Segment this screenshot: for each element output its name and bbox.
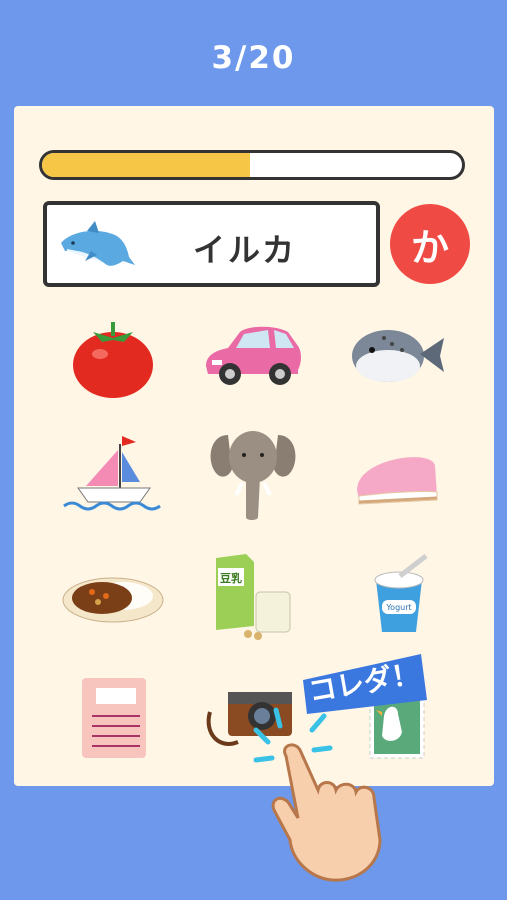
kamaboko-icon [357,457,438,505]
tomato-card[interactable] [58,310,168,410]
sailboat-icon [63,436,161,511]
notebook-card[interactable] [58,672,168,772]
kamaboko-card[interactable] [345,438,455,538]
pufferfish-card[interactable] [340,310,450,410]
pufferfish-icon [352,330,444,382]
elephant-card[interactable] [198,425,308,525]
sailboat-card[interactable] [58,430,168,530]
yogurt-icon: Yogurt [374,554,428,632]
curry-icon [62,577,164,623]
soy-milk-icon: 豆乳 [216,554,291,640]
progress-bar [39,150,465,180]
question-counter: 3/20 [211,40,296,76]
progress-fill [42,153,250,177]
target-word-box: イルカ [43,201,380,287]
soy-milk-card[interactable]: 豆乳 [198,548,308,648]
curry-rice-card[interactable] [58,550,168,650]
dolphin-icon [57,221,137,277]
tomato-icon [73,322,153,398]
soy-milk-label: 豆乳 [220,571,242,585]
yogurt-card[interactable]: Yogurt [340,550,450,650]
elephant-icon [210,431,296,520]
car-icon [206,326,301,385]
car-card[interactable] [198,310,308,410]
notebook-icon [82,678,146,758]
kana-badge: か [390,204,470,284]
pointer-hand-icon [250,650,420,894]
yogurt-label: Yogurt [385,603,411,612]
target-word: イルカ [193,231,298,269]
